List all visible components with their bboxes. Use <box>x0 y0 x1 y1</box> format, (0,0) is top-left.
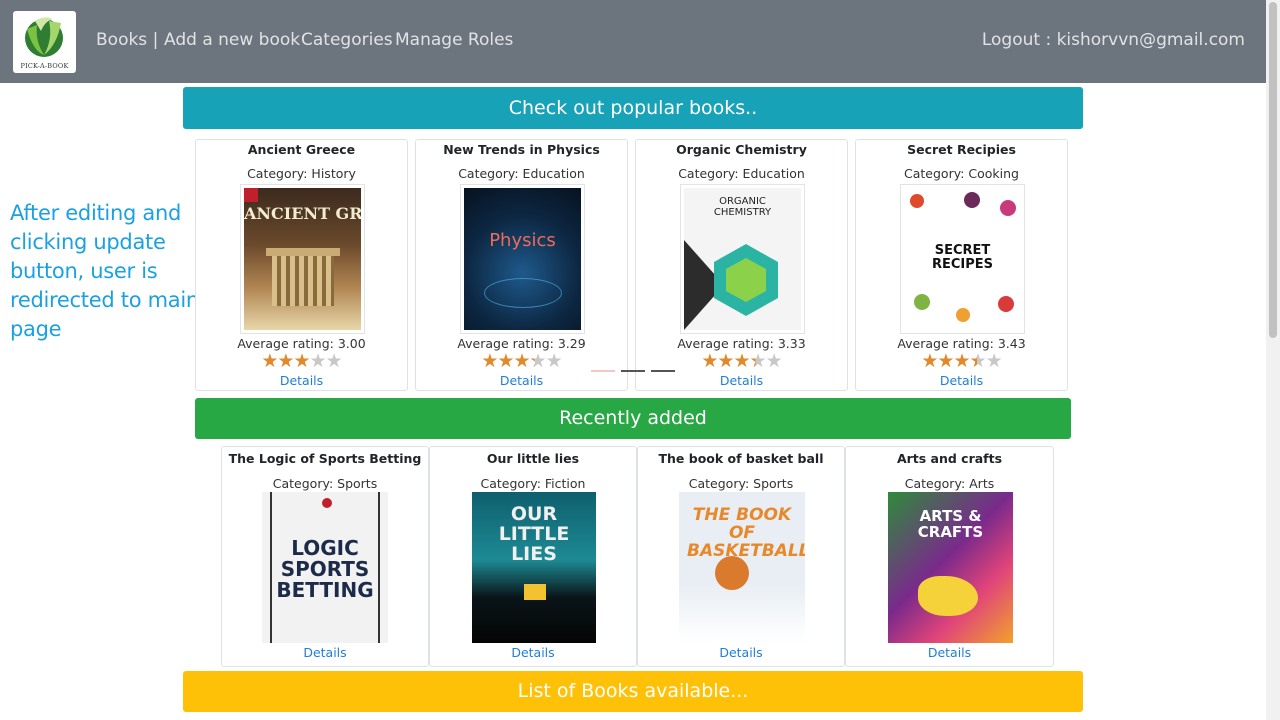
star-rating: ★★★★★ <box>636 352 847 371</box>
book-category: Category: Cooking <box>904 166 1019 181</box>
popular-book-card: Ancient Greece Category: History ANCIENT… <box>195 139 408 391</box>
book-title: Organic Chemistry <box>676 142 807 157</box>
star-icon: ★ <box>513 350 530 372</box>
book-title: The Logic of Sports Betting <box>228 451 422 466</box>
book-title: New Trends in Physics <box>443 142 600 157</box>
cover-title: Physics <box>489 230 556 251</box>
popular-books-banner: Check out popular books.. <box>183 87 1083 129</box>
details-link[interactable]: Details <box>222 645 428 660</box>
nav-books[interactable]: Books | <box>96 29 158 51</box>
carousel-indicator[interactable] <box>591 370 615 372</box>
book-category: Category: Sports <box>688 476 794 491</box>
star-rating: ★★★★★ <box>856 352 1067 371</box>
popular-book-card: Organic Chemistry Category: Education OR… <box>635 139 848 391</box>
carousel-indicator[interactable] <box>651 370 675 372</box>
pick-a-book-logo[interactable]: PICK-A-BOOK <box>13 11 76 73</box>
recent-book-card: The Logic of Sports Betting Category: Sp… <box>221 446 429 667</box>
nav-categories[interactable]: Categories <box>301 29 393 51</box>
recent-book-card: Our little lies Category: Fiction OUR LI… <box>429 446 637 667</box>
book-cover[interactable]: ANCIENT GREECE <box>240 184 365 334</box>
details-link[interactable]: Details <box>638 645 844 660</box>
star-icon: ★ <box>733 350 750 372</box>
book-cover[interactable]: SECRET RECIPES <box>900 184 1025 334</box>
recent-book-card: The book of basket ball Category: Sports… <box>637 446 845 667</box>
book-category: Category: Education <box>458 166 585 181</box>
star-icon: ★ <box>985 350 1003 372</box>
page-scrollbar[interactable] <box>1266 0 1280 720</box>
recent-book-card: Arts and crafts Category: Arts ARTS & CR… <box>845 446 1054 667</box>
star-icon: ★ <box>953 350 970 372</box>
star-icon: ★ <box>261 350 278 372</box>
book-cover[interactable]: LOGIC SPORTS BETTING <box>262 492 388 643</box>
star-icon: ★ <box>937 350 954 372</box>
star-rating: ★★★★★ <box>416 352 627 371</box>
star-icon: ★ <box>293 350 310 372</box>
cover-title: ARTS & CRAFTS <box>917 507 984 541</box>
star-icon: ★ <box>529 350 547 372</box>
average-rating: Average rating: 3.00 <box>237 336 366 351</box>
book-cover[interactable]: OUR LITTLE LIES <box>472 492 596 643</box>
book-category: Category: Education <box>678 166 805 181</box>
book-category: Category: Sports <box>272 476 378 491</box>
star-icon: ★ <box>749 350 767 372</box>
star-icon: ★ <box>545 350 563 372</box>
top-navbar: PICK-A-BOOK Books | Add a new book Categ… <box>0 0 1266 83</box>
star-icon: ★ <box>481 350 498 372</box>
book-category: Category: Arts <box>904 476 995 491</box>
star-icon: ★ <box>277 350 294 372</box>
carousel-indicator[interactable] <box>621 370 645 372</box>
details-link[interactable]: Details <box>430 645 636 660</box>
star-icon: ★ <box>969 350 987 372</box>
logo-text: PICK-A-BOOK <box>20 62 69 70</box>
star-icon: ★ <box>921 350 938 372</box>
average-rating: Average rating: 3.43 <box>897 336 1026 351</box>
book-title: Our little lies <box>486 451 580 466</box>
book-cover[interactable]: Physics <box>460 184 585 334</box>
book-title: Arts and crafts <box>896 451 1003 466</box>
details-link[interactable]: Details <box>196 373 407 388</box>
nav-manage-roles[interactable]: Manage Roles <box>395 29 513 51</box>
nav-add-book[interactable]: Add a new book <box>164 29 300 51</box>
star-icon: ★ <box>497 350 514 372</box>
star-icon: ★ <box>325 350 343 372</box>
annotation-note: After editing and clicking update button… <box>10 201 199 341</box>
average-rating: Average rating: 3.33 <box>677 336 806 351</box>
details-link[interactable]: Details <box>636 373 847 388</box>
book-category: Category: Fiction <box>480 476 586 491</box>
book-cover[interactable]: THE BOOK OF BASKETBALL <box>679 492 805 643</box>
details-link[interactable]: Details <box>846 645 1053 660</box>
popular-book-card: New Trends in Physics Category: Educatio… <box>415 139 628 391</box>
book-category: Category: History <box>247 166 356 181</box>
star-icon: ★ <box>701 350 718 372</box>
cover-title: ORGANIC CHEMISTRY <box>713 196 772 218</box>
details-link[interactable]: Details <box>856 373 1067 388</box>
book-title: Secret Recipies <box>907 142 1016 157</box>
book-cover[interactable]: ARTS & CRAFTS <box>888 492 1013 643</box>
logout-link[interactable]: Logout : kishorvvn@gmail.com <box>982 29 1245 51</box>
cover-title: LOGIC SPORTS BETTING <box>276 536 374 602</box>
book-leaf-icon <box>25 17 63 57</box>
scrollbar-thumb[interactable] <box>1269 2 1277 338</box>
book-title: The book of basket ball <box>658 451 824 466</box>
books-available-banner: List of Books available... <box>183 671 1083 712</box>
details-link[interactable]: Details <box>416 373 627 388</box>
average-rating: Average rating: 3.29 <box>457 336 586 351</box>
star-icon: ★ <box>309 350 327 372</box>
cover-title: OUR LITTLE LIES <box>498 503 570 565</box>
cover-title: THE BOOK OF BASKETBALL <box>687 505 805 561</box>
popular-book-card: Secret Recipies Category: Cooking SECRET… <box>855 139 1068 391</box>
book-title: Ancient Greece <box>247 142 356 157</box>
cover-title: SECRET RECIPES <box>931 243 994 272</box>
recently-added-banner: Recently added <box>195 398 1071 439</box>
star-icon: ★ <box>717 350 734 372</box>
star-rating: ★★★★★ <box>196 352 407 371</box>
star-icon: ★ <box>765 350 783 372</box>
cover-title: ANCIENT GREECE <box>244 204 361 223</box>
book-cover[interactable]: ORGANIC CHEMISTRY <box>680 184 805 334</box>
